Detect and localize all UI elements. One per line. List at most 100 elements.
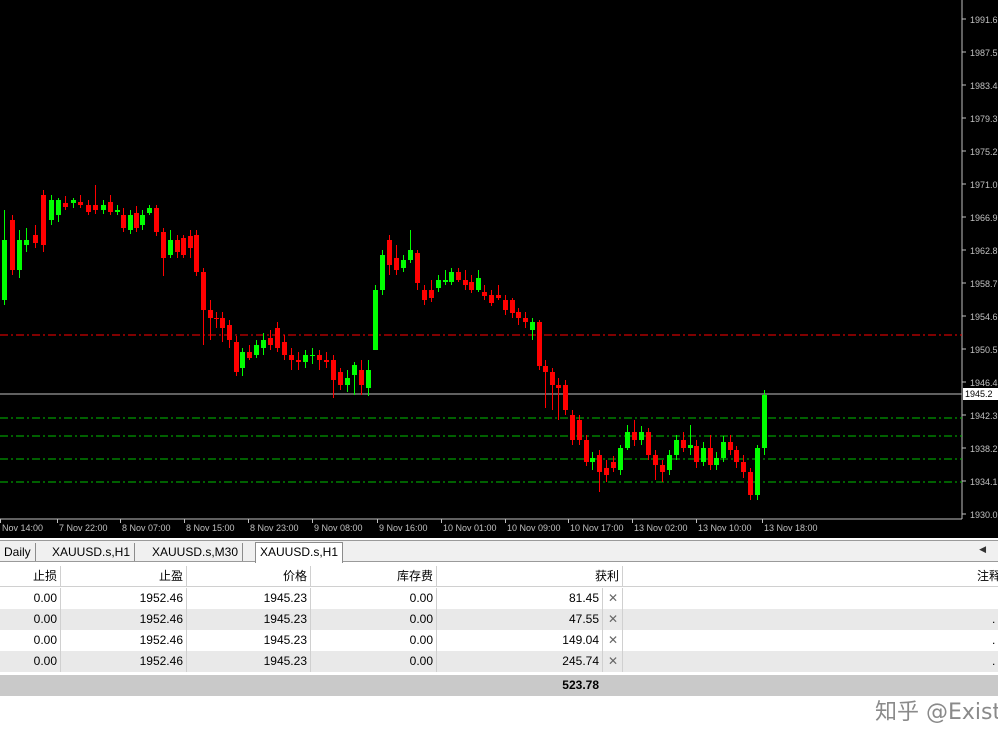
header-swap[interactable]: 库存费 [310,566,436,587]
candle-bear [86,205,91,212]
candle-bull [530,322,535,330]
candle-bear [556,385,561,388]
candle-bear [134,213,139,228]
candle-bull [590,458,595,462]
header-price[interactable]: 价格 [186,566,310,587]
close-icon[interactable]: ✕ [608,588,618,609]
candle-bull [721,442,726,458]
header-comment-wrap[interactable]: 注释 [622,566,998,587]
table-row[interactable]: 0.00 1952.46 1945.23 0.00 81.45 ✕ [0,588,998,609]
cell-price: 1945.23 [263,654,307,668]
candle-bear [597,455,602,472]
candle-bear [121,215,126,228]
candle-bull [101,205,106,210]
candle-bear [422,290,427,300]
candle-bear [63,203,68,207]
price-label: 1971.0 [970,180,998,190]
candle-bear [317,355,322,360]
candle-bear [577,420,582,440]
cell-sl: 0.00 [33,612,57,626]
candle-bear [234,342,239,372]
time-label: 8 Nov 07:00 [122,523,171,533]
price-chart[interactable]: 1991.6 1987.5 1983.4 1979.3 1975.2 1971.0 1966… [0,0,998,538]
cell-swap: 0.00 [409,633,433,647]
table-header: 止损 止盈 价格 库存费 获利 注释 [0,566,998,587]
candle-bull [140,215,145,225]
candle-bear [108,202,113,212]
close-icon[interactable]: ✕ [608,609,618,630]
table-row[interactable]: 0.00 1952.46 1945.23 0.00 149.04 ✕. [0,630,998,651]
candle-bear [282,342,287,355]
price-label: 1962.8 [970,246,998,256]
table-row[interactable]: 0.00 1952.46 1945.23 0.00 47.55 ✕. [0,609,998,630]
candle-bear [611,462,616,468]
total-profit: 523.78 [562,678,599,692]
price-label: 1979.3 [970,114,998,124]
header-stop-loss[interactable]: 止损 [0,566,60,587]
candle-bear [208,310,213,318]
price-label: 1987.5 [970,48,998,58]
cell-sl: 0.00 [33,591,57,605]
cell-profit: 81.45 [568,591,599,605]
cell-price: 1945.23 [263,633,307,647]
time-label: 7 Nov 22:00 [59,523,108,533]
candle-bear [394,258,399,270]
candle-bear [289,355,294,360]
price-label: 1942.3 [970,411,998,421]
candle-bear [728,442,733,450]
candle-bear [694,446,699,462]
candle-bear [537,322,542,366]
candlestick-chart[interactable]: 1991.6 1987.5 1983.4 1979.3 1975.2 1971.0 1966… [0,0,998,538]
tab-xauusd-h1-active[interactable]: XAUUSD.s,H1 [255,542,344,563]
price-label: 1954.6 [970,312,998,322]
candle-bull [755,448,760,495]
price-label: 1983.4 [970,81,998,91]
candle-bear [646,432,651,455]
candle-bull [168,240,173,255]
time-label: 13 Nov 18:00 [764,523,818,533]
price-label: 1950.5 [970,345,998,355]
candle-bear [482,292,487,296]
candle-bear [175,240,180,252]
tab-xauusd-m30[interactable]: XAUUSD.s,M30 [148,543,244,561]
table-row[interactable]: 0.00 1952.46 1945.23 0.00 245.74 ✕. [0,651,998,672]
cell-profit: 149.04 [562,633,599,647]
candle-bull [436,280,441,288]
price-label: 1975.2 [970,147,998,157]
candle-bear [489,295,494,303]
tab-daily[interactable]: Daily [0,543,36,561]
candle-bear [456,272,461,280]
header-take-profit[interactable]: 止盈 [60,566,186,587]
cell-profit: 47.55 [568,612,599,626]
candle-bear [78,202,83,205]
candle-bear [10,220,15,270]
candle-bull [261,340,266,348]
candle-bear [503,300,508,310]
candle-bull [115,210,120,212]
candle-bear [161,232,166,258]
candle-bear [469,282,474,290]
tab-xauusd-h1[interactable]: XAUUSD.s,H1 [48,543,136,561]
time-label: 9 Nov 08:00 [314,523,363,533]
candle-bear [543,366,548,372]
price-label: 1966.9 [970,213,998,223]
candle-bear [570,415,575,440]
tab-scroll-left-icon[interactable]: ◀ [979,544,986,555]
candle-bear [563,385,568,410]
close-icon[interactable]: ✕ [608,630,618,651]
cell-price: 1945.23 [263,612,307,626]
candle-bull [240,352,245,368]
candle-bull [373,290,378,350]
candle-bear [632,432,637,440]
candle-bull [366,370,371,388]
candle-bull [380,255,385,290]
candle-bull [674,440,679,455]
candle-bull [345,378,350,385]
candle-bear [227,325,232,340]
header-profit[interactable]: 获利 [436,566,622,587]
time-label: 9 Nov 16:00 [379,523,428,533]
candle-bear [296,360,301,362]
candle-bear [604,468,609,475]
close-icon[interactable]: ✕ [608,651,618,672]
time-label: 13 Nov 02:00 [634,523,688,533]
